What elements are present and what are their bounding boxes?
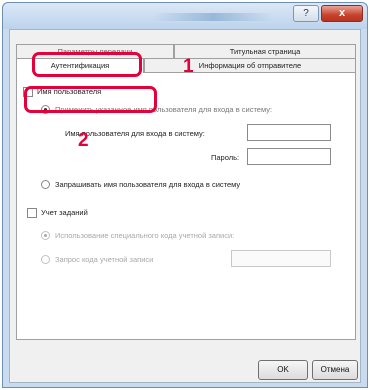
tab-cover-page[interactable]: Титульная страница <box>174 44 356 58</box>
specific-account-code-label: Использование специального кода учетной … <box>55 231 235 240</box>
username-checkbox-label: Имя пользователя <box>37 87 102 96</box>
step-marker-2: 2 <box>78 130 89 151</box>
authentication-panel: Имя пользователя Применить указанное имя… <box>16 72 356 340</box>
ok-button[interactable]: OK <box>258 360 308 380</box>
dialog-body: Параметры передачи Титульная страница Ау… <box>9 29 361 383</box>
cancel-button[interactable]: Отмена <box>312 360 358 380</box>
password-label: Пароль: <box>211 153 240 162</box>
close-button[interactable]: x <box>321 5 363 22</box>
specific-account-code-radio[interactable] <box>41 231 50 240</box>
step-marker-1: 1 <box>183 56 194 77</box>
help-button[interactable]: ? <box>293 5 319 22</box>
prompt-account-code-label: Запрос кода учетной записи <box>55 255 154 264</box>
username-checkbox[interactable] <box>23 85 33 97</box>
tab-sender-info[interactable]: Информация об отправителе <box>144 58 356 72</box>
password-input[interactable] <box>247 148 331 165</box>
login-name-input[interactable] <box>247 124 331 141</box>
use-specified-username-radio[interactable] <box>41 105 50 114</box>
job-accounting-checkbox[interactable] <box>27 208 37 218</box>
title-area <box>153 13 273 21</box>
prompt-username-radio[interactable] <box>41 180 50 189</box>
tab-authentication[interactable]: Аутентификация <box>16 58 144 73</box>
prompt-username-label: Запрашивать имя пользователя для входа в… <box>55 180 241 189</box>
title-bar[interactable]: ? x <box>3 3 367 29</box>
job-accounting-label: Учет заданий <box>41 208 88 217</box>
tab-transmission-settings[interactable]: Параметры передачи <box>16 44 174 58</box>
use-specified-username-label: Применить указанное имя пользователя для… <box>55 105 273 114</box>
account-code-input[interactable] <box>231 250 331 267</box>
prompt-account-code-radio[interactable] <box>41 255 50 264</box>
